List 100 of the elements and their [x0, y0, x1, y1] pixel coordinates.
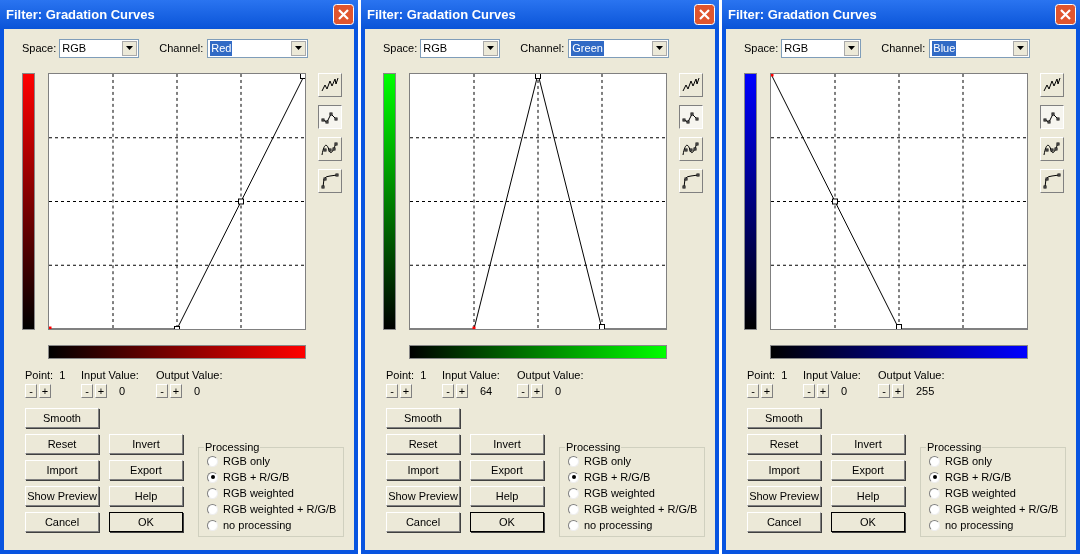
tool-button[interactable]	[318, 105, 342, 129]
selected-point[interactable]	[49, 326, 52, 329]
stepper-button[interactable]: -	[878, 384, 890, 398]
selected-point[interactable]	[771, 74, 774, 77]
stepper-button[interactable]: -	[81, 384, 93, 398]
space-label: Space:	[22, 42, 57, 54]
stepper-button[interactable]: +	[531, 384, 543, 398]
dialog-button[interactable]: Help	[831, 486, 905, 506]
radio-button[interactable]	[207, 487, 218, 499]
tool-button[interactable]	[1040, 105, 1064, 129]
dialog-button[interactable]: Show Preview	[386, 486, 460, 506]
dialog-button[interactable]: Cancel	[747, 512, 821, 532]
stepper-button[interactable]: -	[803, 384, 815, 398]
radio-button[interactable]	[568, 503, 579, 515]
stepper-button[interactable]: -	[517, 384, 529, 398]
curve-point[interactable]	[300, 74, 305, 79]
dialog-button[interactable]: Show Preview	[747, 486, 821, 506]
dialog-button[interactable]: Smooth	[747, 408, 821, 428]
radio-label: RGB only	[223, 455, 271, 467]
stepper-button[interactable]: +	[400, 384, 412, 398]
dialog-button[interactable]: Cancel	[25, 512, 99, 532]
radio-button[interactable]	[929, 519, 940, 531]
dialog-button[interactable]: Import	[747, 460, 821, 480]
curve-graph[interactable]	[770, 73, 1028, 330]
radio-button[interactable]	[207, 455, 218, 467]
close-icon[interactable]	[1055, 4, 1076, 25]
spline-curve-icon	[682, 141, 700, 157]
dialog-button[interactable]: OK	[831, 512, 905, 532]
stepper-button[interactable]: +	[39, 384, 51, 398]
caret-icon	[1017, 46, 1025, 50]
radio-button[interactable]	[568, 487, 579, 499]
radio-button[interactable]	[568, 519, 579, 531]
curve-point[interactable]	[599, 324, 605, 329]
dialog-button[interactable]: Export	[831, 460, 905, 480]
curve-point[interactable]	[896, 324, 902, 329]
curve-point[interactable]	[535, 74, 541, 79]
close-icon[interactable]	[333, 4, 354, 25]
dialog-button[interactable]: Invert	[831, 434, 905, 454]
stepper-button[interactable]: -	[386, 384, 398, 398]
radio-button[interactable]	[929, 455, 940, 467]
radio-button[interactable]	[568, 455, 579, 467]
radio-button[interactable]	[929, 503, 940, 515]
close-icon[interactable]	[694, 4, 715, 25]
dialog-button[interactable]: Smooth	[386, 408, 460, 428]
space-label: Space:	[744, 42, 779, 54]
dialog-button[interactable]: Import	[386, 460, 460, 480]
dialog-button[interactable]: Help	[109, 486, 183, 506]
space-dropdown[interactable]: RGB	[781, 38, 862, 58]
space-label: Space:	[383, 42, 418, 54]
dialog-button[interactable]: Smooth	[25, 408, 99, 428]
radio-button[interactable]	[929, 471, 940, 483]
dialog-button[interactable]: Invert	[470, 434, 544, 454]
field-value: 0	[555, 385, 562, 397]
channel-label: Channel:	[881, 42, 926, 54]
dialog-button[interactable]: Cancel	[386, 512, 460, 532]
curve-point[interactable]	[238, 198, 244, 205]
radio-button[interactable]	[929, 487, 940, 499]
dialog-button[interactable]: OK	[109, 512, 183, 532]
dialog-button[interactable]: Invert	[109, 434, 183, 454]
curve-graph[interactable]	[48, 73, 306, 330]
radio-button[interactable]	[207, 471, 218, 483]
stepper-button[interactable]: +	[95, 384, 107, 398]
selected-point[interactable]	[472, 326, 476, 329]
radio-label: RGB + R/G/B	[584, 471, 651, 483]
channel-dropdown[interactable]: Red	[207, 38, 309, 58]
stepper-button[interactable]: +	[761, 384, 773, 398]
dialog-button[interactable]: OK	[470, 512, 544, 532]
dialog-button[interactable]: Reset	[747, 434, 821, 454]
dialog-button[interactable]: Show Preview	[25, 486, 99, 506]
curve-point[interactable]	[832, 198, 838, 205]
tool-button[interactable]	[679, 105, 703, 129]
stepper-button[interactable]: -	[747, 384, 759, 398]
stepper-button[interactable]: -	[25, 384, 37, 398]
dialog-button[interactable]: Reset	[386, 434, 460, 454]
space-dropdown[interactable]: RGB	[420, 38, 501, 58]
channel-dropdown[interactable]: Green	[568, 38, 670, 58]
stepper-button[interactable]: +	[892, 384, 904, 398]
dialog-button[interactable]: Import	[25, 460, 99, 480]
radio-button[interactable]	[568, 471, 579, 483]
field-value: 0	[841, 385, 848, 397]
curve-point[interactable]	[174, 326, 180, 329]
dialog-button[interactable]: Export	[470, 460, 544, 480]
radio-button[interactable]	[207, 519, 218, 531]
stepper-button[interactable]: +	[456, 384, 468, 398]
dialog-button[interactable]: Export	[109, 460, 183, 480]
window-title: Filter: Gradation Curves	[367, 7, 516, 22]
dialog-button[interactable]: Help	[470, 486, 544, 506]
radio-label: RGB only	[584, 455, 632, 467]
stepper-button[interactable]: +	[817, 384, 829, 398]
freehand-curve-icon	[321, 77, 339, 93]
radio-button[interactable]	[207, 503, 218, 515]
channel-dropdown[interactable]: Blue	[929, 38, 1031, 58]
stepper-button[interactable]: -	[156, 384, 168, 398]
stepper-button[interactable]: +	[170, 384, 182, 398]
dialog-button[interactable]: Reset	[25, 434, 99, 454]
stepper-button[interactable]: -	[442, 384, 454, 398]
radio-label: RGB weighted	[945, 487, 1016, 499]
space-dropdown[interactable]: RGB	[59, 38, 140, 58]
curve-graph[interactable]	[409, 73, 667, 330]
corner-curve-icon	[682, 173, 700, 189]
